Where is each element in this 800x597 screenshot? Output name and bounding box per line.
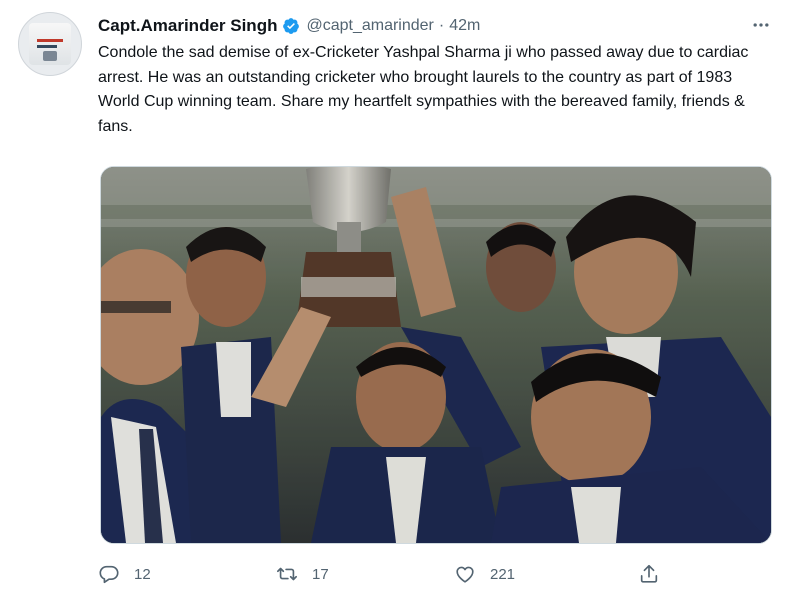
like-button[interactable]: 221 [454, 560, 515, 588]
author-handle[interactable]: @capt_amarinder [306, 17, 433, 35]
reply-count: 12 [134, 565, 151, 583]
share-button[interactable] [638, 560, 660, 588]
author-name[interactable]: Capt.Amarinder Singh [98, 16, 277, 36]
verified-badge-icon [283, 18, 300, 34]
tweet-header: Capt.Amarinder Singh @capt_amarinder · 4… [98, 14, 480, 38]
avatar-detail [37, 45, 57, 48]
author-avatar[interactable] [18, 12, 82, 76]
tweet-text: Condole the sad demise of ex-Cricketer Y… [98, 44, 749, 135]
more-icon [753, 23, 769, 27]
share-icon [640, 564, 658, 583]
retweet-button[interactable]: 17 [276, 560, 329, 588]
separator-dot: · [438, 17, 445, 34]
tweet-photo[interactable] [100, 166, 772, 544]
reply-icon [99, 565, 119, 584]
team-photo-illustration [101, 167, 771, 543]
like-count: 221 [490, 565, 516, 583]
like-icon [456, 566, 474, 583]
tweet-actions: 12 17 221 [98, 560, 678, 588]
retweet-icon [277, 567, 297, 581]
avatar-detail [43, 51, 57, 61]
avatar-detail [37, 39, 63, 42]
tweet-timestamp[interactable]: 42m [449, 17, 480, 35]
retweet-count: 17 [312, 565, 329, 583]
more-options-button[interactable] [746, 10, 776, 40]
reply-button[interactable]: 12 [98, 560, 151, 588]
